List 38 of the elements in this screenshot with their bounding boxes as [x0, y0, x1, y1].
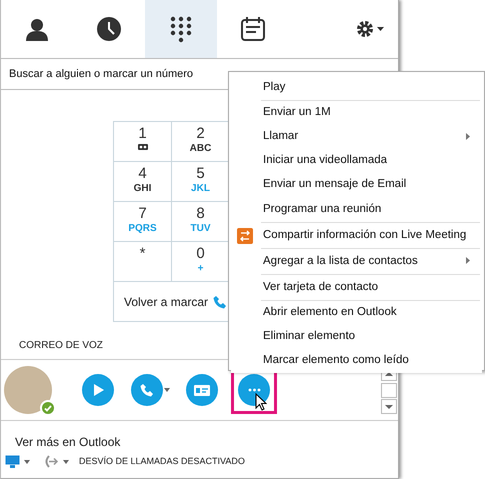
dialpad-key[interactable]: * — [114, 242, 172, 282]
more-icon — [248, 388, 260, 392]
play-button[interactable] — [82, 374, 114, 406]
section-label: CORREO DE VOZ — [19, 340, 103, 351]
call-button[interactable] — [130, 374, 162, 406]
contact-card-icon — [194, 384, 210, 396]
submenu-arrow-icon — [466, 257, 470, 264]
more-options-button[interactable] — [238, 374, 270, 406]
dialpad-key[interactable]: 7 PQRS — [114, 202, 172, 242]
dialpad-icon — [170, 16, 192, 42]
dialpad-key[interactable]: 4 GHI — [114, 162, 172, 202]
presence-check-icon — [40, 400, 56, 416]
up-arrow-icon — [385, 372, 393, 376]
phone-icon — [140, 383, 154, 397]
submenu-arrow-icon — [466, 133, 470, 140]
caret-icon — [377, 27, 384, 31]
dialpad-key[interactable]: 1 — [114, 122, 172, 162]
clock-icon — [97, 17, 121, 41]
play-icon — [92, 384, 104, 396]
phone-icon — [213, 294, 227, 308]
caret-icon[interactable] — [24, 460, 30, 464]
caret-icon[interactable] — [164, 388, 170, 392]
caret-icon[interactable] — [63, 460, 69, 464]
voicemail-icon — [138, 144, 148, 150]
call-forward-icon[interactable] — [44, 455, 59, 468]
call-forwarding-status: DESVÍO DE LLAMADAS DESACTIVADO — [79, 455, 245, 468]
tab-button[interactable] — [145, 0, 217, 58]
scrollbar-thumb[interactable] — [381, 382, 397, 398]
calendar-icon — [241, 17, 265, 41]
gear-icon — [356, 20, 374, 38]
mouse-cursor-icon — [255, 393, 267, 411]
share-icon — [237, 228, 253, 244]
down-arrow-icon — [385, 404, 393, 408]
contact-card-button[interactable] — [186, 374, 218, 406]
scroll-down-button[interactable] — [381, 399, 397, 414]
person-icon — [25, 17, 49, 41]
outlook-link[interactable]: Ver más en Outlook — [15, 435, 120, 449]
monitor-icon[interactable] — [5, 455, 20, 468]
